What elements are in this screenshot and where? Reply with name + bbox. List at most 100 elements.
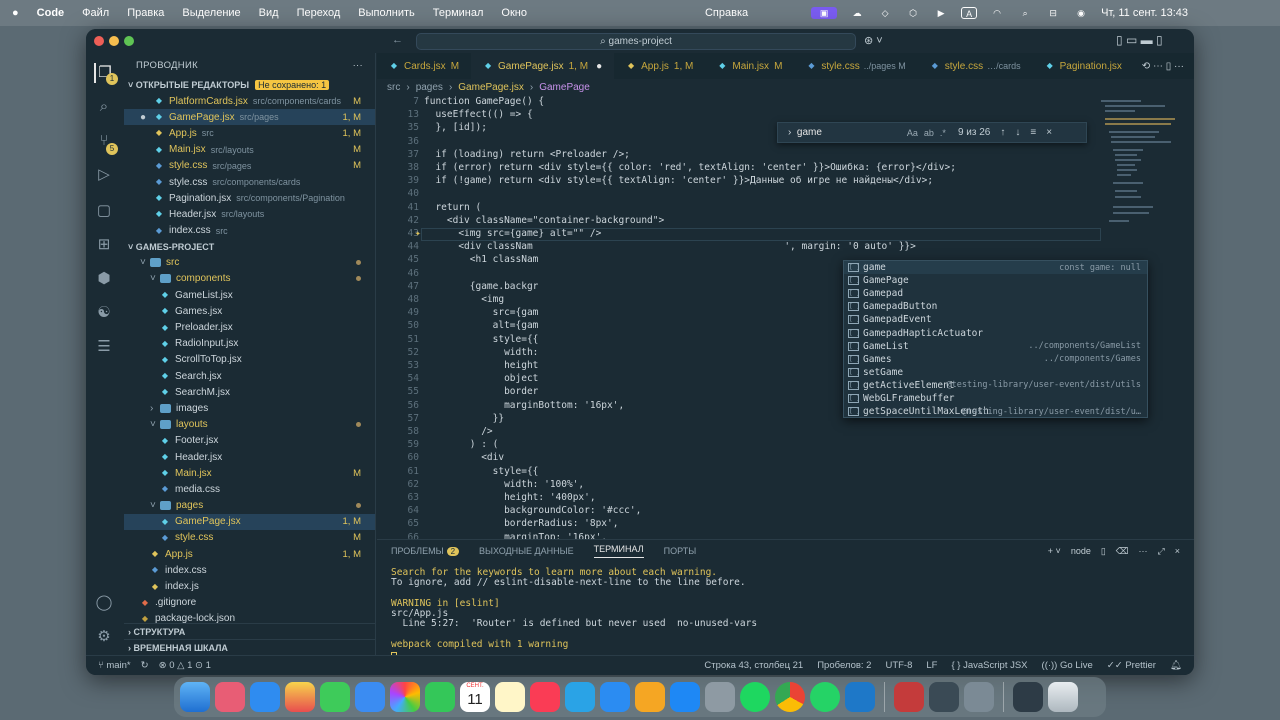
telegram-icon[interactable] (565, 682, 595, 712)
file-item[interactable]: ◆ index.css (124, 562, 375, 578)
suggestion-item[interactable]: [ ] Games ../components/Games (844, 353, 1147, 366)
search-icon[interactable]: ⌕ (94, 97, 114, 117)
play-icon[interactable]: ▶ (933, 7, 949, 19)
apple-menu-icon[interactable]: ● (12, 7, 19, 19)
menu-file[interactable]: Файл (82, 7, 109, 19)
menu-terminal[interactable]: Терминал (433, 7, 484, 19)
file-item[interactable]: ◆ Footer.jsx (124, 433, 375, 449)
search-icon[interactable]: ⌕ (1017, 7, 1033, 19)
folder-item[interactable]: ˅ src (124, 255, 375, 271)
editor-tab[interactable]: ◆ App.js 1, M (614, 53, 705, 79)
terminal-shell-name[interactable]: node (1071, 546, 1091, 557)
match-case-toggle[interactable]: Aa (907, 128, 918, 138)
new-terminal-icon[interactable]: + ˅ (1048, 546, 1061, 557)
arrow-up-icon[interactable]: ↑ (1000, 127, 1005, 138)
suggestion-item[interactable]: [ ] WebGLFramebuffer (844, 392, 1147, 405)
tab-terminal[interactable]: ТЕРМИНАЛ (593, 544, 644, 558)
maximize-panel-icon[interactable]: ⤢ (1158, 546, 1165, 557)
regex-toggle[interactable]: .* (940, 128, 946, 138)
menu-edit[interactable]: Правка (127, 7, 164, 19)
git-branch[interactable]: main* (106, 660, 130, 671)
file-item[interactable]: ◆ Header.jsx (124, 449, 375, 465)
menu-selection[interactable]: Выделение (182, 7, 240, 19)
file-item[interactable]: ◆ .gitignore (124, 595, 375, 611)
terminal-output[interactable]: Search for the keywords to learn more ab… (377, 562, 1194, 668)
file-item[interactable]: ◆ media.css (124, 481, 375, 497)
modified-dot-icon[interactable]: ● (140, 112, 150, 123)
file-item[interactable]: ◆ Games.jsx (124, 303, 375, 319)
breadcrumb-item[interactable]: src (387, 82, 400, 93)
messages-icon[interactable] (320, 682, 350, 712)
open-editor-item[interactable]: ◆ PlatformCards.jsx src/components/cards M (124, 93, 375, 109)
breadcrumb-item[interactable]: GamePage (539, 82, 590, 93)
prettier[interactable]: ✓✓ Prettier (1107, 660, 1156, 671)
cloud-icon[interactable]: ☁ (849, 7, 865, 19)
file-item[interactable]: ◆ index.js (124, 578, 375, 594)
back-arrow-icon[interactable]: ← (392, 34, 403, 46)
safari-icon[interactable] (250, 682, 280, 712)
facetime-icon[interactable] (425, 682, 455, 712)
suggestion-item[interactable]: [ ] GamepadButton (844, 300, 1147, 313)
suggestion-item[interactable]: [ ] game const game: null (844, 261, 1147, 275)
trash-icon[interactable] (1048, 682, 1078, 712)
remote-explorer-icon[interactable]: ▢ (94, 201, 114, 221)
open-editor-item[interactable]: ● ◆ GamePage.jsx src/pages 1, M (124, 109, 375, 126)
selection-icon[interactable]: ≡ (1030, 127, 1036, 138)
open-editor-item[interactable]: ◆ App.js src 1, M (124, 125, 375, 141)
menu-view[interactable]: Вид (259, 7, 279, 19)
keynote-icon[interactable] (600, 682, 630, 712)
open-editor-item[interactable]: ◆ style.css src/pages M (124, 158, 375, 174)
vscode-icon[interactable] (845, 682, 875, 712)
chrome-icon[interactable] (775, 682, 805, 712)
layout-controls[interactable]: ▯ ▭ ▬ ▯ (1116, 33, 1163, 47)
siri-icon[interactable]: ◉ (1073, 7, 1089, 19)
cursor-position[interactable]: Строка 43, столбец 21 (704, 660, 803, 671)
screen-record-icon[interactable]: ▣ (811, 7, 838, 19)
suggestion-item[interactable]: [ ] setGame (844, 366, 1147, 379)
app-menu[interactable]: Code (37, 7, 65, 19)
editor-tab[interactable]: ◆ Pagination.jsx (1033, 53, 1134, 79)
menu-run[interactable]: Выполнить (358, 7, 414, 19)
file-item[interactable]: ◆ SearchM.jsx (124, 384, 375, 400)
outline-section[interactable]: › СТРУКТУРА (124, 623, 375, 639)
bell-icon[interactable]: 🔔︎ (1170, 660, 1182, 671)
line-ending[interactable]: LF (926, 660, 937, 671)
account-icon[interactable]: ◯ (94, 593, 114, 613)
split-terminal-icon[interactable]: ▯ (1101, 546, 1106, 557)
editor-tab[interactable]: ◆ style.css ../pages M (794, 53, 917, 79)
system-settings-icon[interactable] (705, 682, 735, 712)
breadcrumb-item[interactable]: pages (416, 82, 443, 93)
folder-item[interactable]: ˅ pages (124, 498, 375, 514)
open-editors-section[interactable]: ˅ ОТКРЫТЫЕ РЕДАКТОРЫ Не сохранено: 1 (124, 77, 375, 93)
tab-problems[interactable]: ПРОБЛЕМЫ 2 (391, 546, 460, 556)
arrow-down-icon[interactable]: ↓ (1015, 127, 1020, 138)
indentation[interactable]: Пробелов: 2 (817, 660, 871, 671)
pages-icon[interactable] (635, 682, 665, 712)
close-panel-icon[interactable]: × (1175, 546, 1180, 557)
finder-icon[interactable] (180, 682, 210, 712)
run-debug-icon[interactable]: ▷ (94, 165, 114, 185)
open-editor-item[interactable]: ◆ Header.jsx src/layouts (124, 206, 375, 222)
go-live[interactable]: ((·)) Go Live (1042, 660, 1093, 671)
docker-icon[interactable]: ⬢ (94, 269, 114, 289)
control-center-icon[interactable]: ⊟ (1045, 7, 1061, 19)
find-input[interactable]: game (797, 127, 907, 138)
settings-gear-icon[interactable]: ⚙ (94, 627, 114, 647)
file-item[interactable]: ◆ RadioInput.jsx (124, 336, 375, 352)
editor-actions[interactable]: ⟲ ⋯ ▯ ··· (1142, 61, 1194, 72)
wifi-icon[interactable]: ◠ (989, 7, 1005, 19)
file-item[interactable]: ◆ GameList.jsx (124, 287, 375, 303)
file-item[interactable]: ◆ GamePage.jsx 1, M (124, 513, 375, 530)
breadcrumb-item[interactable]: GamePage.jsx (458, 82, 524, 93)
file-item[interactable]: ◆ Search.jsx (124, 368, 375, 384)
suggestion-item[interactable]: [ ] GamePage (844, 274, 1147, 287)
file-item[interactable]: ◆ ScrollToTop.jsx (124, 352, 375, 368)
shield-icon[interactable]: ⬡ (905, 7, 921, 19)
testing-icon[interactable]: ☰ (94, 337, 114, 357)
unsaved-dot-icon[interactable]: ● (596, 61, 602, 72)
trash-icon[interactable]: ⌫ (1116, 546, 1129, 557)
open-editor-item[interactable]: ◆ style.css src/components/cards (124, 174, 375, 190)
photos-booth-icon[interactable] (285, 682, 315, 712)
menu-go[interactable]: Переход (297, 7, 341, 19)
close-icon[interactable]: × (1046, 127, 1052, 138)
